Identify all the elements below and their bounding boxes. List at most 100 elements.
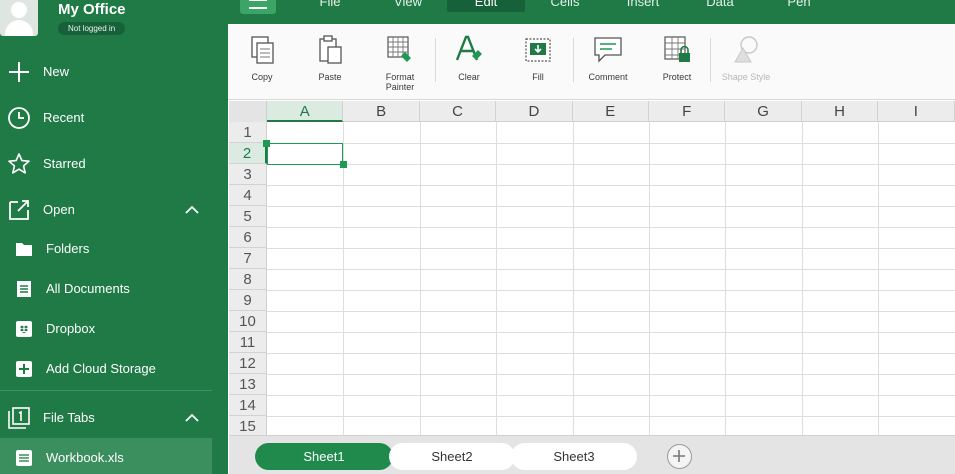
sidebar-item-open[interactable]: Open xyxy=(0,190,228,230)
menu-icon xyxy=(249,0,267,9)
sidebar-item-starred[interactable]: Starred xyxy=(0,144,228,184)
column-header[interactable]: G xyxy=(725,101,802,122)
clear-icon xyxy=(455,35,482,61)
row-header[interactable]: 8 xyxy=(229,269,267,290)
paste-icon xyxy=(319,35,342,64)
ribbon-tab-bar: File View Edit Cells Insert Data Pen xyxy=(228,0,955,24)
protect-button[interactable]: Protect xyxy=(647,32,707,98)
row-header[interactable]: 4 xyxy=(229,185,267,206)
sheet-tab-bar: Sheet1 Sheet2 Sheet3 xyxy=(229,435,955,474)
column-gridline xyxy=(572,122,574,435)
column-header[interactable]: C xyxy=(420,101,497,122)
tab-insert[interactable]: Insert xyxy=(613,0,673,12)
menu-button[interactable] xyxy=(240,0,276,14)
column-header[interactable]: A xyxy=(267,101,344,122)
sidebar-item-dropbox[interactable]: Dropbox xyxy=(0,309,228,349)
dropbox-icon xyxy=(16,321,32,337)
sidebar-item-label: Open xyxy=(43,202,75,217)
column-header[interactable]: E xyxy=(573,101,649,122)
spreadsheet-grid[interactable]: ABCDEFGHI 1 2 3 4 5 6 7 8 9 10 11 12 13 14 15 xyxy=(229,101,955,435)
row-header[interactable]: 2 xyxy=(229,143,267,164)
shape-style-button[interactable]: Shape Style xyxy=(716,32,776,98)
row-header[interactable]: 5 xyxy=(229,206,267,227)
row-gridline xyxy=(267,290,955,291)
avatar[interactable] xyxy=(0,0,38,36)
tab-file[interactable]: File xyxy=(306,0,354,12)
tab-pen[interactable]: Pen xyxy=(774,0,824,12)
fill-label: Fill xyxy=(532,72,544,82)
copy-icon xyxy=(251,36,274,64)
protect-icon xyxy=(664,36,690,62)
star-icon xyxy=(8,153,30,174)
row-header[interactable]: 15 xyxy=(229,416,267,435)
row-gridline xyxy=(267,269,955,270)
column-gridline xyxy=(496,122,498,435)
sheet-tab-sheet2[interactable]: Sheet2 xyxy=(389,443,515,470)
row-header[interactable]: 9 xyxy=(229,290,267,311)
documents-icon xyxy=(17,281,31,297)
column-gridline xyxy=(649,122,650,435)
fill-icon xyxy=(525,38,551,62)
profile-header[interactable]: My Office Not logged in xyxy=(0,0,228,42)
row-header[interactable]: 1 xyxy=(229,122,267,143)
comment-button[interactable]: Comment xyxy=(578,32,638,98)
row-gridline xyxy=(267,248,955,249)
selection-handle-top-left[interactable] xyxy=(263,140,270,147)
select-all-corner[interactable] xyxy=(229,101,267,122)
chevron-up-icon[interactable] xyxy=(182,200,202,220)
row-header[interactable]: 11 xyxy=(229,332,267,353)
sidebar-item-workbook[interactable]: Workbook.xls xyxy=(0,438,212,474)
row-header[interactable]: 7 xyxy=(229,248,267,269)
row-gridline xyxy=(267,227,955,228)
ribbon-separator xyxy=(710,38,711,82)
column-header[interactable]: B xyxy=(343,101,420,122)
folder-icon xyxy=(16,243,32,256)
column-gridline xyxy=(419,122,421,435)
tab-view[interactable]: View xyxy=(380,0,436,12)
clear-button[interactable]: Clear xyxy=(439,32,499,98)
login-status-badge[interactable]: Not logged in xyxy=(58,22,126,35)
tab-data[interactable]: Data xyxy=(694,0,746,12)
selected-cell-a2[interactable] xyxy=(267,143,343,165)
ribbon-separator xyxy=(435,38,436,82)
sidebar-item-file-tabs[interactable]: File Tabs xyxy=(0,398,228,438)
comment-icon xyxy=(594,37,622,63)
sheet-tab-sheet3[interactable]: Sheet3 xyxy=(511,443,637,470)
paste-label: Paste xyxy=(318,72,342,82)
format-painter-label: Format Painter xyxy=(385,72,415,92)
sidebar-item-label: Workbook.xls xyxy=(46,450,124,465)
sidebar-item-add-cloud-storage[interactable]: Add Cloud Storage xyxy=(0,349,228,389)
row-header[interactable]: 14 xyxy=(229,395,267,416)
tab-edit[interactable]: Edit xyxy=(447,0,525,12)
format-painter-button[interactable]: Format Painter xyxy=(370,32,430,98)
sidebar-item-folders[interactable]: Folders xyxy=(0,229,228,269)
row-header[interactable]: 13 xyxy=(229,374,267,395)
add-sheet-button[interactable] xyxy=(667,444,692,469)
sidebar-item-label: File Tabs xyxy=(43,410,95,425)
row-header[interactable]: 10 xyxy=(229,311,267,332)
paste-button[interactable]: Paste xyxy=(300,32,360,98)
column-header[interactable]: F xyxy=(649,101,726,122)
shape-style-icon xyxy=(734,36,758,63)
fill-button[interactable]: Fill xyxy=(508,32,568,98)
plus-icon xyxy=(673,450,685,462)
selection-handle-bottom-right[interactable] xyxy=(340,161,347,168)
sidebar-item-new[interactable]: New xyxy=(0,52,228,92)
row-gridline xyxy=(267,332,955,333)
row-header[interactable]: 6 xyxy=(229,227,267,248)
comment-label: Comment xyxy=(588,72,628,82)
sidebar-item-all-documents[interactable]: All Documents xyxy=(0,269,228,309)
row-gridline xyxy=(267,164,955,165)
column-header[interactable]: D xyxy=(496,101,573,122)
row-header[interactable]: 3 xyxy=(229,164,267,185)
sheet-tab-sheet1[interactable]: Sheet1 xyxy=(255,443,393,470)
column-header[interactable]: I xyxy=(878,101,955,122)
sidebar-item-recent[interactable]: Recent xyxy=(0,98,228,138)
copy-button[interactable]: Copy xyxy=(232,32,292,98)
row-header[interactable]: 12 xyxy=(229,353,267,374)
clear-label: Clear xyxy=(458,72,480,82)
tab-cells[interactable]: Cells xyxy=(538,0,592,12)
chevron-up-icon[interactable] xyxy=(182,408,202,428)
sidebar-divider xyxy=(0,390,212,391)
column-header[interactable]: H xyxy=(802,101,879,122)
